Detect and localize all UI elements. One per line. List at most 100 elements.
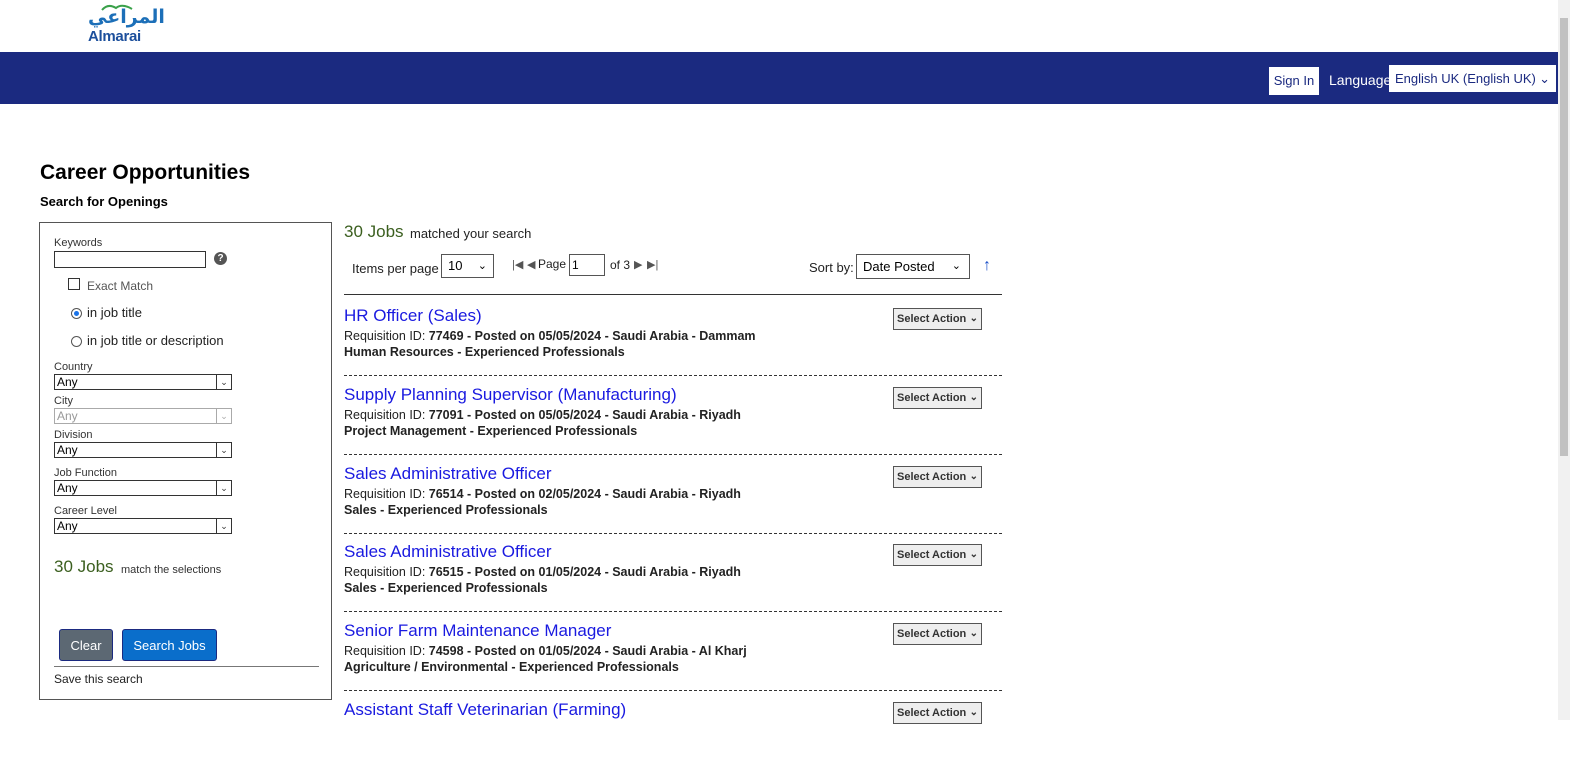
keywords-label: Keywords [54,237,103,249]
job-title-link[interactable]: Supply Planning Supervisor (Manufacturin… [344,385,677,405]
select-action-label: Select Action [897,628,967,640]
language-select[interactable]: English UK (English UK) ⌄ [1389,65,1556,92]
radio-in-title-or-description[interactable] [71,336,82,347]
division-select[interactable]: Any ⌄ [54,442,232,458]
job-meta: Requisition ID: 77091 - Posted on 05/05/… [344,408,741,422]
logo-english-text: Almarai [88,28,141,45]
job-category: Human Resources - Experienced Profession… [344,345,625,359]
sort-by-value: Date Posted [863,259,935,274]
job-row: Assistant Staff Veterinarian (Farming) S… [344,690,1002,769]
save-search-link[interactable]: Save this search [54,672,143,686]
keywords-input[interactable] [54,251,206,268]
job-function-label: Job Function [54,467,117,479]
previous-page-icon[interactable]: ◀ [527,258,535,271]
job-function-select[interactable]: Any ⌄ [54,480,232,496]
requisition-label: Requisition ID: [344,565,426,579]
items-per-page-select[interactable]: 10 ⌄ [441,254,494,278]
chevron-down-icon: ⌄ [969,392,978,403]
requisition-details: 76515 - Posted on 01/05/2024 - Saudi Ara… [428,565,741,579]
page-input[interactable]: 1 [569,254,605,276]
items-per-page-label: Items per page [352,261,439,276]
job-title-link[interactable]: Sales Administrative Officer [344,464,552,484]
match-count: 30 Jobs [54,557,114,576]
chevron-down-icon: ⌄ [969,313,978,324]
chevron-down-icon: ⌄ [969,628,978,639]
radio-in-title-or-description-label: in job title or description [87,333,224,348]
sort-by-select[interactable]: Date Posted ⌄ [856,254,970,279]
city-label: City [54,395,73,407]
job-title-link[interactable]: HR Officer (Sales) [344,306,482,326]
job-category: Sales - Experienced Professionals [344,503,548,517]
chevron-down-icon: ⌄ [216,374,232,390]
page-subtitle: Search for Openings [40,194,168,209]
career-level-select[interactable]: Any ⌄ [54,518,232,534]
requisition-label: Requisition ID: [344,487,426,501]
job-meta: Requisition ID: 74598 - Posted on 01/05/… [344,644,747,658]
exact-match-label: Exact Match [87,279,154,293]
chevron-down-icon: ⌄ [969,707,978,718]
select-action-label: Select Action [897,392,967,404]
job-row: Senior Farm Maintenance Manager Requisit… [344,611,1002,691]
country-label: Country [54,361,93,373]
radio-in-job-title[interactable] [71,308,82,319]
requisition-details: 76514 - Posted on 02/05/2024 - Saudi Ara… [428,487,741,501]
requisition-label: Requisition ID: [344,329,426,343]
select-action-button[interactable]: Select Action ⌄ [893,623,982,645]
select-action-label: Select Action [897,707,967,719]
last-page-icon[interactable]: ▶| [647,258,658,271]
career-level-value: Any [57,519,78,533]
job-title-link[interactable]: Sales Administrative Officer [344,542,552,562]
select-action-button[interactable]: Select Action ⌄ [893,544,982,566]
country-select[interactable]: Any ⌄ [54,374,232,390]
scrollbar-thumb[interactable] [1560,18,1568,456]
chevron-down-icon: ⌄ [216,518,232,534]
chevron-down-icon: ⌄ [969,471,978,482]
chevron-down-icon: ⌄ [216,480,232,496]
results-divider [344,294,1002,295]
language-label: Language [1329,72,1392,88]
top-bar: المراعي Almarai [0,0,1588,52]
results-count-text: matched your search [410,226,532,241]
chevron-down-icon: ⌄ [216,408,232,424]
select-action-button[interactable]: Select Action ⌄ [893,308,982,330]
select-action-button[interactable]: Select Action ⌄ [893,387,982,409]
sign-in-button[interactable]: Sign In [1269,67,1319,95]
sort-by-label: Sort by: [809,260,854,275]
requisition-label: Requisition ID: [344,408,426,422]
job-function-value: Any [57,481,78,495]
chevron-down-icon: ⌄ [477,260,487,272]
job-category: Project Management - Experienced Profess… [344,424,638,438]
job-category: Agriculture / Environmental - Experience… [344,660,679,674]
sort-ascending-icon[interactable]: ↑ [983,257,991,275]
search-jobs-button[interactable]: Search Jobs [122,629,217,661]
career-level-label: Career Level [54,505,117,517]
nav-bar: Sign In Language English UK (English UK)… [0,52,1558,104]
job-title-link[interactable]: Senior Farm Maintenance Manager [344,621,611,641]
exact-match-checkbox[interactable] [68,278,80,290]
page-of-text: of 3 [610,258,631,272]
division-label: Division [54,429,93,441]
almarai-logo[interactable]: المراعي Almarai [86,4,165,46]
job-category: Sales - Experienced Professionals [344,581,548,595]
select-action-button[interactable]: Select Action ⌄ [893,702,982,724]
next-page-icon[interactable]: ▶ [634,258,642,271]
job-row: Sales Administrative Officer Requisition… [344,532,1002,612]
results-count: 30 Jobs [344,222,404,241]
country-value: Any [57,375,78,389]
select-action-button[interactable]: Select Action ⌄ [893,466,982,488]
job-row: Supply Planning Supervisor (Manufacturin… [344,375,1002,455]
page-title: Career Opportunities [40,161,251,184]
first-page-icon[interactable]: |◀ [512,258,523,271]
clear-button[interactable]: Clear [59,629,113,661]
requisition-label: Requisition ID: [344,644,426,658]
job-title-link[interactable]: Assistant Staff Veterinarian (Farming) [344,700,626,720]
chevron-down-icon: ⌄ [969,549,978,560]
help-icon[interactable]: ? [214,252,227,265]
select-action-label: Select Action [897,313,967,325]
chevron-down-icon: ⌄ [216,442,232,458]
job-meta: Requisition ID: 77469 - Posted on 05/05/… [344,329,756,343]
radio-in-job-title-label: in job title [87,305,142,320]
requisition-details: 77091 - Posted on 05/05/2024 - Saudi Ara… [428,408,741,422]
divider [54,666,319,667]
search-panel: Keywords ? Exact Match in job title in j… [39,222,332,700]
